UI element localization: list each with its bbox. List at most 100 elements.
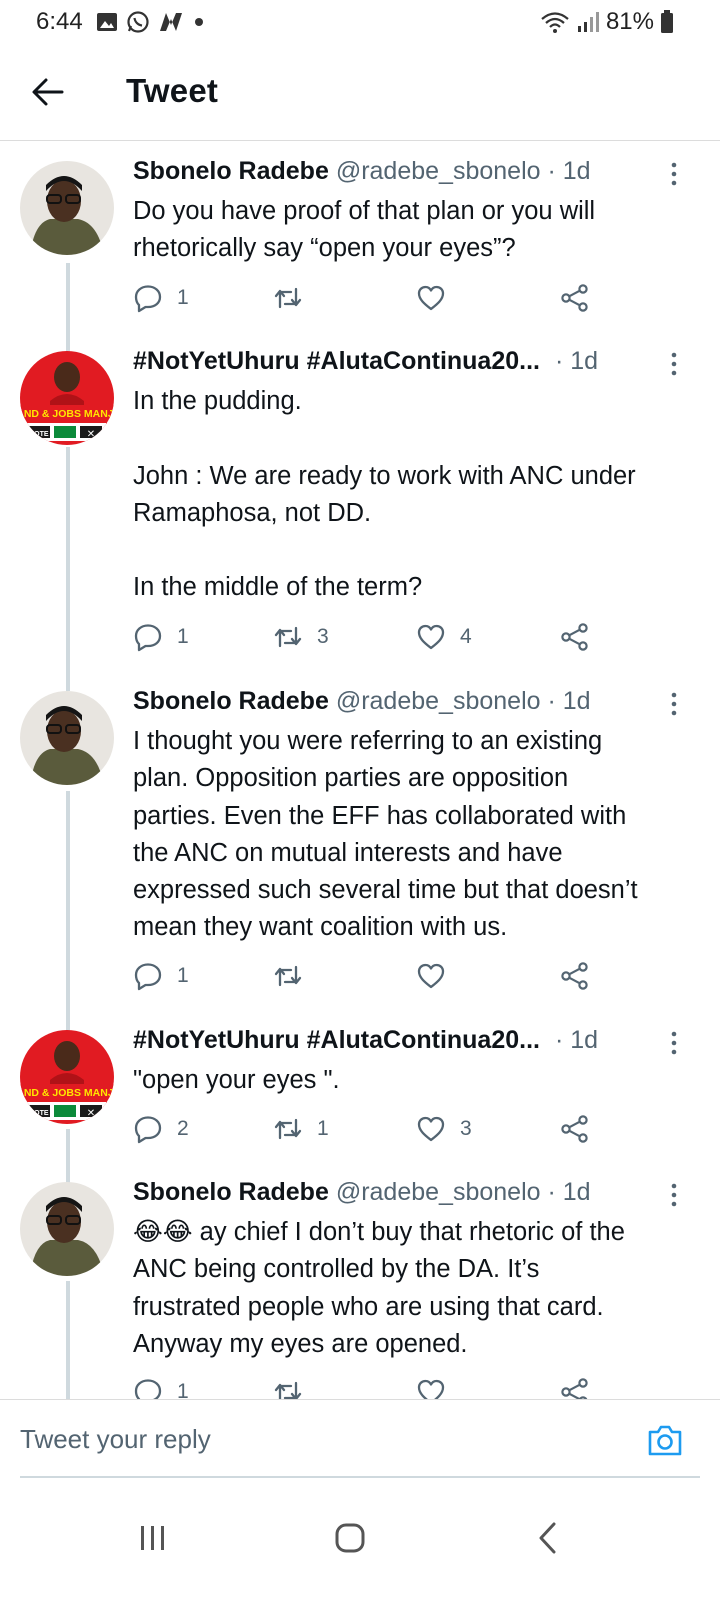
- like-button[interactable]: [416, 958, 460, 994]
- share-icon: [561, 284, 588, 312]
- tweet-time: · 1d: [547, 157, 591, 185]
- tweet-actions: 1: [133, 280, 613, 316]
- author-name[interactable]: Sbonelo Radebe: [133, 687, 329, 715]
- reply-button[interactable]: 1: [133, 280, 189, 316]
- system-nav-bar: [0, 1480, 720, 1600]
- heart-icon: [417, 1379, 445, 1399]
- reply-input[interactable]: Tweet your reply: [20, 1424, 211, 1455]
- share-button[interactable]: [560, 1374, 590, 1399]
- tweet-text: I thought you were referring to an exist…: [133, 727, 638, 942]
- avatar[interactable]: [20, 1182, 114, 1276]
- more-options-icon[interactable]: [666, 161, 682, 187]
- retweet-button[interactable]: [273, 1374, 317, 1399]
- home-icon[interactable]: [330, 1518, 370, 1558]
- tweet[interactable]: Sbonelo Radebe @radebe_sbonelo · 1d Do y…: [0, 141, 720, 331]
- retweet-button[interactable]: 3: [273, 619, 329, 655]
- heart-icon: [417, 624, 445, 650]
- avatar[interactable]: LAND & JOBS MANJE! VOTE ✕: [20, 1030, 114, 1124]
- reply-count: 1: [177, 286, 189, 309]
- tweet-time: · 1d: [547, 687, 591, 715]
- tweet-actions: 2 1 3: [133, 1111, 613, 1147]
- more-options-icon[interactable]: [666, 1030, 682, 1056]
- avatar[interactable]: [20, 161, 114, 255]
- share-button[interactable]: [560, 1111, 590, 1147]
- like-button[interactable]: 3: [416, 1111, 472, 1147]
- wifi-icon: [541, 12, 569, 33]
- recent-apps-icon[interactable]: [133, 1518, 173, 1558]
- signal-icon: [577, 12, 599, 32]
- tweet-text: Do you have proof of that plan or you wi…: [133, 197, 596, 263]
- tweet-time: · 1d: [554, 1026, 599, 1054]
- reply-button[interactable]: 1: [133, 619, 189, 655]
- camera-icon[interactable]: [646, 1422, 684, 1458]
- reply-button[interactable]: 2: [133, 1111, 189, 1147]
- tweet[interactable]: LAND & JOBS MANJE! VOTE ✕ #NotYetUhuru #Al…: [0, 331, 720, 671]
- reply-button[interactable]: 1: [133, 1374, 189, 1399]
- author-handle[interactable]: @radebe_sbonelo: [336, 687, 541, 715]
- avatar[interactable]: LAND & JOBS MANJE! VOTE ✕: [20, 351, 114, 445]
- reply-icon: [134, 963, 162, 991]
- avatar-x-mark: ✕: [87, 429, 95, 440]
- like-button[interactable]: [416, 280, 460, 316]
- tweet-text: 😂😂 ay chief I don’t buy that rhetoric of…: [133, 1218, 625, 1358]
- retweet-icon: [274, 287, 302, 309]
- tweet[interactable]: Sbonelo Radebe @radebe_sbonelo · 1d I th…: [0, 671, 720, 1011]
- back-nav-icon[interactable]: [528, 1518, 568, 1558]
- retweet-icon: [274, 626, 302, 648]
- notification-dot-icon: [195, 18, 203, 26]
- share-button[interactable]: [560, 280, 590, 316]
- tweet-text: "open your eyes ".: [133, 1066, 340, 1094]
- retweet-button[interactable]: [273, 958, 317, 994]
- more-options-icon[interactable]: [666, 351, 682, 377]
- page-title: Tweet: [126, 72, 219, 109]
- tweet[interactable]: Sbonelo Radebe @radebe_sbonelo · 1d 😂😂 a…: [0, 1162, 720, 1399]
- news-app-icon: [160, 13, 182, 31]
- reply-count: 1: [177, 1380, 189, 1399]
- tweet-text: In the pudding. John : We are ready to w…: [133, 387, 636, 602]
- tweet[interactable]: LAND & JOBS MANJE! VOTE ✕ #NotYetUhuru #Al…: [0, 1010, 720, 1162]
- reply-button[interactable]: 1: [133, 958, 189, 994]
- share-icon: [561, 962, 588, 990]
- reply-icon: [134, 1379, 162, 1399]
- retweet-button[interactable]: [273, 280, 317, 316]
- more-options-icon[interactable]: [666, 691, 682, 717]
- retweet-icon: [274, 1118, 302, 1140]
- battery-icon: [661, 10, 673, 33]
- reply-composer[interactable]: Tweet your reply: [0, 1399, 720, 1478]
- back-arrow-icon[interactable]: [30, 74, 66, 110]
- conversation-thread[interactable]: Sbonelo Radebe @radebe_sbonelo · 1d Do y…: [0, 141, 720, 1399]
- heart-icon: [417, 1116, 445, 1142]
- tweet-time: · 1d: [547, 1178, 591, 1206]
- tweet-actions: 1: [133, 1374, 613, 1399]
- more-options-icon[interactable]: [666, 1182, 682, 1208]
- author-name[interactable]: #NotYetUhuru #AlutaContinua20...: [133, 347, 540, 375]
- share-button[interactable]: [560, 958, 590, 994]
- author-name[interactable]: Sbonelo Radebe: [133, 1178, 329, 1206]
- retweet-icon: [274, 965, 302, 987]
- like-count: 4: [460, 625, 472, 648]
- retweet-icon: [274, 1381, 302, 1399]
- author-handle[interactable]: @radebe_sbonelo: [336, 1178, 541, 1206]
- like-count: 3: [460, 1117, 472, 1140]
- tweet-time: · 1d: [554, 347, 599, 375]
- like-button[interactable]: 4: [416, 619, 472, 655]
- tweet-actions: 1 3 4: [133, 619, 613, 655]
- tweet-actions: 1: [133, 958, 613, 994]
- reply-count: 2: [177, 1117, 189, 1140]
- retweet-button[interactable]: 1: [273, 1111, 329, 1147]
- share-button[interactable]: [560, 619, 590, 655]
- avatar[interactable]: [20, 691, 114, 785]
- reply-underline: [20, 1476, 700, 1478]
- like-button[interactable]: [416, 1374, 460, 1399]
- clock: 6:44: [36, 8, 83, 35]
- status-bar: 6:44 81%: [0, 0, 720, 44]
- app-header: Tweet: [0, 44, 720, 141]
- battery-percent: 81%: [605, 8, 654, 35]
- share-icon: [561, 623, 588, 651]
- author-name[interactable]: Sbonelo Radebe: [133, 157, 329, 185]
- author-handle[interactable]: @radebe_sbonelo: [336, 157, 541, 185]
- reply-icon: [134, 624, 162, 652]
- avatar-banner-text: LAND & JOBS MANJE!: [20, 1087, 114, 1099]
- author-name[interactable]: #NotYetUhuru #AlutaContinua20...: [133, 1026, 540, 1054]
- retweet-count: 3: [317, 625, 329, 648]
